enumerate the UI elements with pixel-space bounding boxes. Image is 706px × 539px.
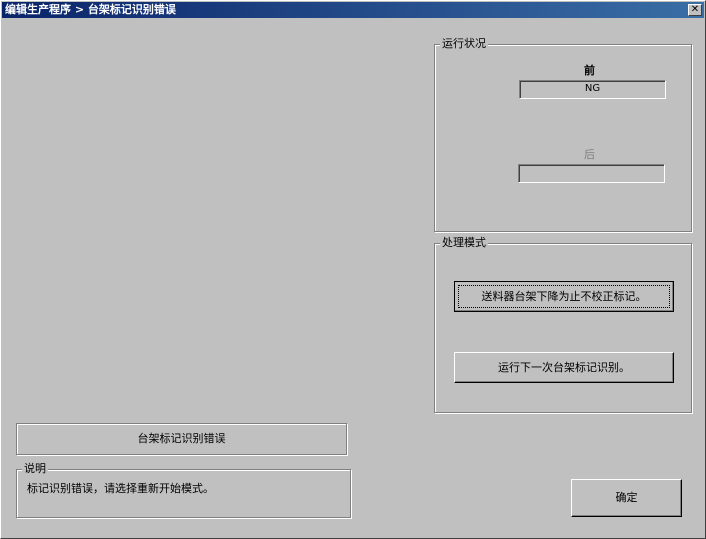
ok-label: 确定: [615, 491, 638, 504]
front-status-field: NG: [519, 80, 666, 99]
window-title: 编辑生产程序 > 台架标记识别错误: [5, 3, 176, 16]
run-next-recognition-button[interactable]: 运行下一次台架标记识别。: [454, 352, 674, 383]
title-bar: 编辑生产程序 > 台架标记识别错误 ✕: [2, 2, 704, 18]
process-mode-group: 处理模式 送料器台架下降为止不校正标记。 运行下一次台架标记识别。: [434, 236, 692, 413]
front-label: 前: [584, 64, 595, 77]
rear-label: 后: [584, 148, 595, 161]
dialog-window: 编辑生产程序 > 台架标记识别错误 ✕ 运行状况 前 NG 后 处理模式 送料器…: [0, 0, 706, 539]
close-button[interactable]: ✕: [688, 4, 702, 16]
close-icon: ✕: [690, 4, 700, 15]
error-title: 台架标记识别错误: [137, 432, 226, 445]
description-label: 说明: [22, 462, 48, 476]
run-status-label: 运行状况: [440, 37, 488, 51]
process-mode-label: 处理模式: [440, 236, 488, 250]
ok-button[interactable]: 确定: [571, 479, 682, 517]
front-status-value: NG: [584, 83, 601, 94]
feeder-lower-no-correct-button[interactable]: 送料器台架下降为止不校正标记。: [454, 281, 674, 312]
description-group: 说明 标记识别错误，请选择重新开始模式。: [16, 462, 351, 518]
description-text: 标记识别错误，请选择重新开始模式。: [27, 482, 214, 495]
run-next-recognition-label: 运行下一次台架标记识别。: [498, 361, 630, 374]
run-status-group: 运行状况 前 NG 后: [434, 37, 692, 232]
feeder-lower-no-correct-label: 送料器台架下降为止不校正标记。: [481, 290, 647, 303]
rear-status-field: [518, 164, 665, 183]
error-title-panel: 台架标记识别错误: [16, 423, 347, 455]
